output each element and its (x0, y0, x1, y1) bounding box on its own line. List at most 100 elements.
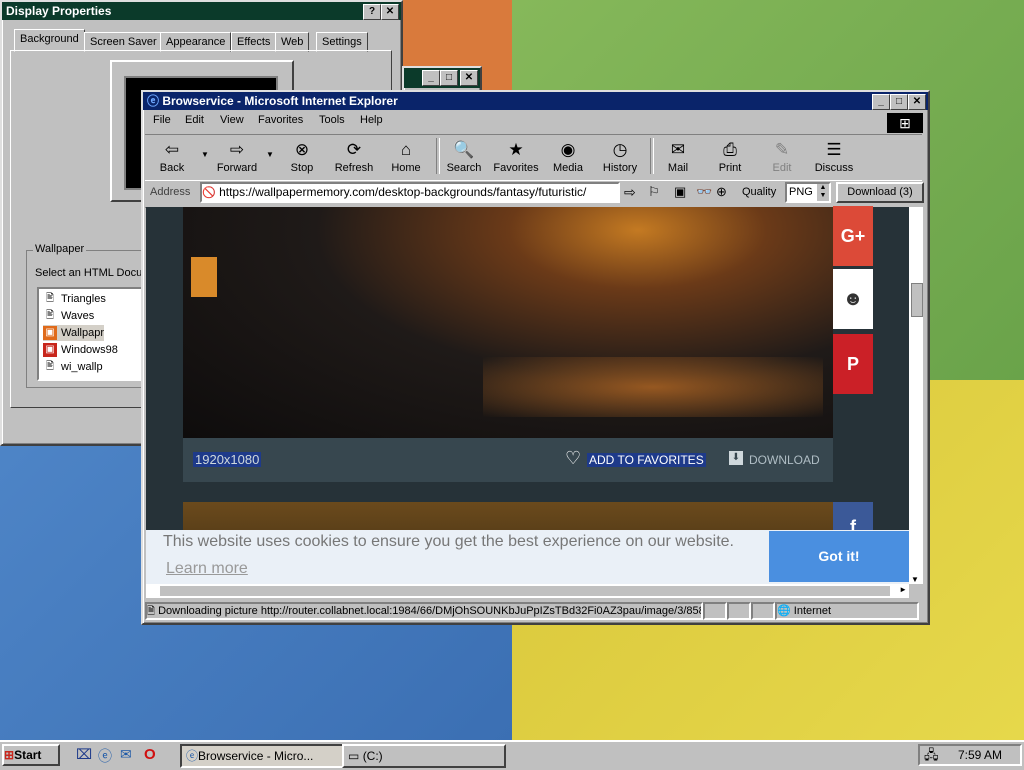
zoom-in-icon[interactable]: ⊕ (716, 184, 727, 200)
help-button[interactable]: ? (363, 4, 381, 20)
bookmark-icon[interactable]: ⚐ (648, 184, 660, 200)
search-button[interactable]: 🔍 Search (438, 138, 490, 174)
tab-settings[interactable]: Settings (316, 32, 368, 52)
tab-screen-saver[interactable]: Screen Saver (84, 32, 163, 52)
background-window-titlebar[interactable]: _ □ ✕ (404, 68, 480, 88)
edit-button[interactable]: ✎ Edit (756, 138, 808, 174)
spinner-icon[interactable]: ▲ ▼ (817, 184, 829, 201)
google-plus-share-button[interactable]: G+ (833, 206, 873, 266)
address-label: Address (150, 186, 191, 198)
windows-logo-icon: ⊞ (887, 113, 923, 133)
status-panel (751, 602, 775, 620)
tab-web[interactable]: Web (275, 32, 310, 52)
maximize-button[interactable]: □ (890, 94, 908, 110)
facebook-share-button[interactable]: f (833, 502, 873, 537)
refresh-icon: ⟳ (346, 140, 362, 159)
list-item-waves[interactable]: 🖹 Waves (43, 308, 94, 324)
start-button[interactable]: ⊞Start (2, 744, 60, 766)
display-properties-title: Display Properties (6, 4, 112, 18)
ie-quicklaunch-icon[interactable]: ⓔ (98, 746, 112, 766)
windows-flag-icon: ⊞ (4, 748, 15, 762)
discuss-button[interactable]: ☰ Discuss (808, 138, 860, 174)
task-drive-c[interactable]: ▭ (C:) (342, 744, 506, 768)
media-button[interactable]: ◉ Media (542, 138, 594, 174)
status-text: Downloading picture http://router.collab… (158, 605, 703, 617)
mail-icon: ✉ (670, 140, 686, 159)
forward-arrow-icon: ⇨ (229, 140, 245, 159)
menu-favorites[interactable]: Favorites (258, 114, 303, 126)
find-icon[interactable]: 👓 (696, 184, 712, 200)
h-scroll-thumb[interactable] (160, 586, 890, 596)
scroll-down-arrow-icon[interactable]: ▼ (911, 575, 919, 584)
status-page-icon: 🗎 (147, 606, 156, 617)
learn-more-link[interactable]: Learn more (166, 560, 248, 578)
scroll-thumb[interactable] (911, 283, 923, 317)
quality-label: Quality (742, 186, 777, 198)
menu-view[interactable]: View (220, 114, 244, 126)
menu-file[interactable]: File (153, 114, 171, 126)
forward-button[interactable]: ⇨ Forward (211, 138, 263, 174)
download-icon[interactable]: ⬇ (729, 451, 743, 465)
add-favorites-link[interactable]: ADD TO FAVORITES (587, 453, 706, 467)
task-browservice[interactable]: ⓔBrowservice - Micro... (180, 744, 346, 768)
maximize-button[interactable]: □ (440, 70, 458, 86)
menu-help[interactable]: Help (360, 114, 383, 126)
list-item-wallpapr[interactable]: ▣ Wallpapr (43, 325, 104, 341)
clock[interactable]: 7:59 AM (958, 748, 1002, 762)
network-tray-icon[interactable]: 🖧 (924, 746, 939, 768)
resolution-label[interactable]: 1920x1080 (193, 452, 262, 467)
discuss-icon: ☰ (826, 140, 842, 159)
opera-quicklaunch-icon[interactable]: O (144, 746, 156, 763)
stop-button[interactable]: ⊗ Stop (276, 138, 328, 174)
html-doc-icon: 🖹 (45, 361, 55, 373)
home-icon: ⌂ (400, 140, 412, 159)
home-button[interactable]: ⌂ Home (380, 138, 432, 174)
wallpaper-image[interactable] (183, 207, 833, 438)
mail-button[interactable]: ✉ Mail (652, 138, 704, 174)
cityscape-glow (483, 357, 823, 417)
quality-select[interactable]: PNG ▲ ▼ (785, 182, 831, 203)
minimize-button[interactable]: _ (422, 70, 440, 86)
minimize-button[interactable]: _ (872, 94, 890, 110)
heart-icon[interactable]: ♡ (565, 448, 581, 469)
outlook-quicklaunch-icon[interactable]: ✉ (120, 746, 132, 763)
menu-tools[interactable]: Tools (319, 114, 345, 126)
tab-appearance[interactable]: Appearance (160, 32, 232, 52)
back-button[interactable]: ⇦ Back (146, 138, 198, 174)
menu-edit[interactable]: Edit (185, 114, 204, 126)
status-panel (727, 602, 751, 620)
system-tray: 🖧 7:59 AM (918, 744, 1022, 766)
tab-effects[interactable]: Effects (231, 32, 277, 52)
favorites-button[interactable]: ★ Favorites (490, 138, 542, 174)
print-button[interactable]: ⎙ Print (704, 138, 756, 174)
reddit-share-button[interactable]: ☻ (833, 269, 873, 329)
close-button[interactable]: ✕ (908, 94, 926, 110)
pinterest-share-button[interactable]: P (833, 334, 873, 394)
ie-titlebar[interactable]: ⓔ Browservice - Microsoft Internet Explo… (143, 92, 928, 110)
tab-background[interactable]: Background (14, 29, 85, 52)
download-button[interactable]: Download (3) (836, 182, 924, 203)
list-item-triangles[interactable]: 🖹 Triangles (43, 291, 106, 307)
list-item-wi-wallp[interactable]: 🖹 wi_wallp (43, 359, 103, 375)
go-arrow-icon[interactable]: ⇨ (624, 184, 636, 201)
status-text-panel: 🗎 Downloading picture http://router.coll… (145, 602, 703, 620)
close-button[interactable]: ✕ (381, 4, 399, 20)
history-button[interactable]: ◷ History (594, 138, 646, 174)
back-dropdown-icon[interactable]: ▼ (201, 150, 209, 159)
vertical-scrollbar[interactable]: ▼ (909, 207, 923, 584)
close-button[interactable]: ✕ (460, 70, 478, 86)
show-desktop-icon[interactable]: ⌧ (76, 746, 92, 763)
horizontal-scrollbar[interactable]: ► (146, 584, 909, 598)
wallpaper-list[interactable]: 🖹 Triangles 🖹 Waves ▣ Wallpapr ▣ Windows98 🖹… (37, 287, 151, 381)
ie-title: Browservice - Microsoft Internet Explore… (162, 94, 398, 108)
drive-icon: ▭ (348, 749, 360, 763)
list-item-windows98[interactable]: ▣ Windows98 (43, 342, 118, 358)
zone-panel: 🌐 Internet (775, 602, 919, 620)
address-input[interactable]: 🚫 https://wallpapermemory.com/desktop-ba… (200, 182, 620, 203)
save-page-icon[interactable]: ▣ (674, 184, 686, 200)
forward-dropdown-icon[interactable]: ▼ (266, 150, 274, 159)
refresh-button[interactable]: ⟳ Refresh (328, 138, 380, 174)
download-link[interactable]: DOWNLOAD (749, 453, 820, 467)
got-it-button[interactable]: Got it! (769, 531, 909, 582)
scroll-right-arrow-icon[interactable]: ► (899, 585, 907, 594)
